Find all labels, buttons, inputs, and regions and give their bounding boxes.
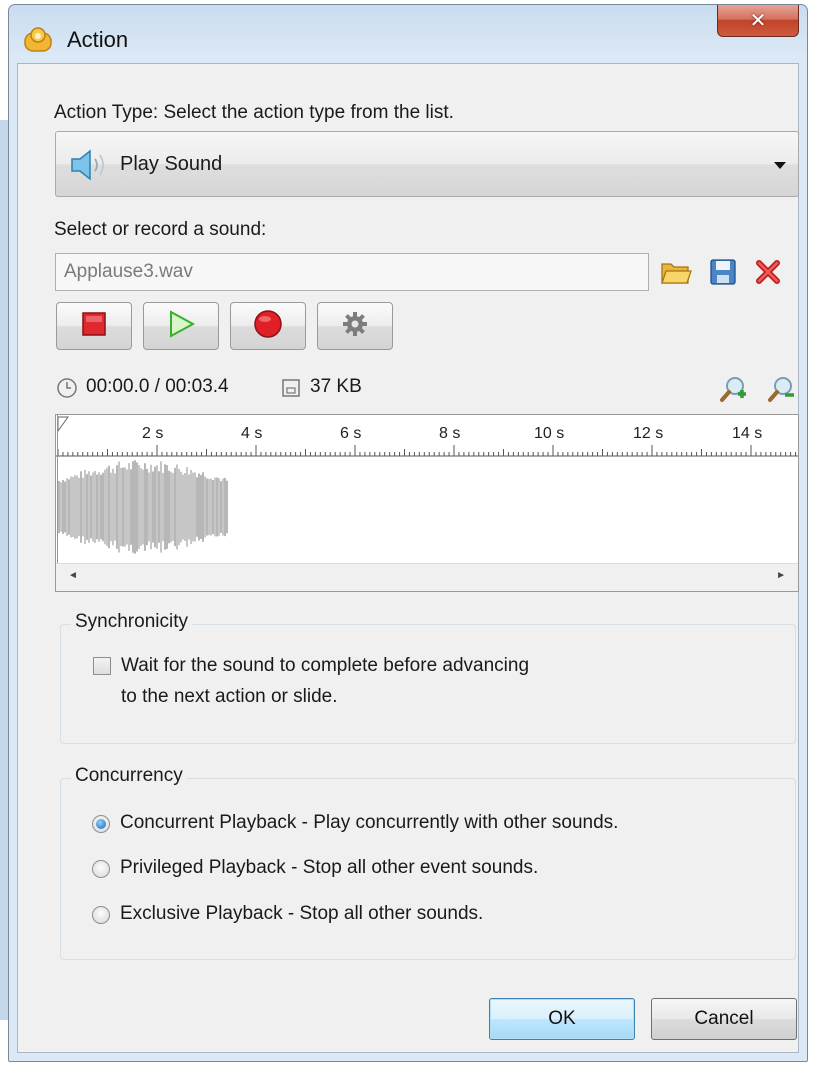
ruler-label-8s: 8 s <box>439 425 461 442</box>
close-button[interactable]: ✕ <box>717 5 799 37</box>
radio-exclusive-label[interactable]: Exclusive Playback - Stop all other soun… <box>120 903 483 925</box>
scroll-right-arrow-icon[interactable]: ► <box>776 570 786 581</box>
action-type-dropdown[interactable]: Play Sound <box>55 131 799 197</box>
waveform-panel[interactable]: 2 s 4 s 6 s 8 s 10 s 12 s 14 s ◄ ► <box>55 414 799 592</box>
ruler-label-6s: 6 s <box>340 425 362 442</box>
wait-checkbox[interactable] <box>93 657 111 675</box>
chevron-down-icon <box>774 162 786 169</box>
play-icon <box>165 309 197 344</box>
time-readout: 00:00.0 / 00:03.4 <box>86 376 229 397</box>
zoom-in-icon[interactable] <box>718 374 748 404</box>
action-dialog: Action ✕ Action Type: Select the action … <box>8 4 808 1062</box>
settings-button[interactable] <box>317 302 393 350</box>
action-type-selected: Play Sound <box>120 153 223 175</box>
scroll-left-arrow-icon[interactable]: ◄ <box>68 570 78 581</box>
ruler-label-14s: 14 s <box>732 425 763 442</box>
close-icon: ✕ <box>749 10 767 32</box>
cancel-button[interactable]: Cancel <box>651 998 797 1040</box>
synchronicity-group: Synchronicity Wait for the sound to comp… <box>60 611 796 744</box>
background-window-edge <box>0 120 8 1020</box>
zoom-out-icon[interactable] <box>766 374 796 404</box>
play-button[interactable] <box>143 302 219 350</box>
ok-button[interactable]: OK <box>489 998 635 1040</box>
radio-concurrent[interactable] <box>92 815 110 833</box>
file-size-icon <box>280 377 302 399</box>
save-icon[interactable] <box>706 255 740 289</box>
file-size: 37 KB <box>310 376 362 397</box>
dialog-body: Action Type: Select the action type from… <box>17 63 799 1053</box>
ruler-label-12s: 12 s <box>633 425 664 442</box>
stop-button[interactable] <box>56 302 132 350</box>
app-logo-icon <box>23 25 53 55</box>
title-bar[interactable]: Action ✕ <box>9 5 807 65</box>
speaker-icon <box>68 148 114 182</box>
window-title: Action <box>67 27 129 52</box>
record-button[interactable] <box>230 302 306 350</box>
time-ruler: 2 s 4 s 6 s 8 s 10 s 12 s 14 s <box>56 415 798 457</box>
sound-label: Select or record a sound: <box>54 219 267 240</box>
synchronicity-title: Synchronicity <box>71 611 192 633</box>
concurrency-group: Concurrency Concurrent Playback - Play c… <box>60 765 796 960</box>
concurrency-title: Concurrency <box>71 765 187 787</box>
radio-privileged-label[interactable]: Privileged Playback - Stop all other eve… <box>120 857 538 879</box>
wait-checkbox-label-line1[interactable]: Wait for the sound to complete before ad… <box>121 655 529 677</box>
ruler-label-10s: 10 s <box>534 425 565 442</box>
record-icon <box>252 308 284 345</box>
waveform-graphic <box>58 460 228 554</box>
clock-icon <box>56 377 78 399</box>
radio-privileged[interactable] <box>92 860 110 878</box>
wait-checkbox-label-line2[interactable]: to the next action or slide. <box>121 686 338 708</box>
horizontal-scrollbar[interactable]: ◄ ► <box>56 563 798 591</box>
stop-icon <box>79 309 109 344</box>
ruler-label-4s: 4 s <box>241 425 263 442</box>
gear-icon <box>341 310 369 343</box>
radio-concurrent-label[interactable]: Concurrent Playback - Play concurrently … <box>120 812 618 834</box>
delete-icon[interactable] <box>751 255 785 289</box>
action-type-label: Action Type: Select the action type from… <box>54 102 454 123</box>
open-folder-icon[interactable] <box>659 255 693 289</box>
ruler-label-2s: 2 s <box>142 425 164 442</box>
sound-file-field[interactable] <box>55 253 649 291</box>
radio-exclusive[interactable] <box>92 906 110 924</box>
